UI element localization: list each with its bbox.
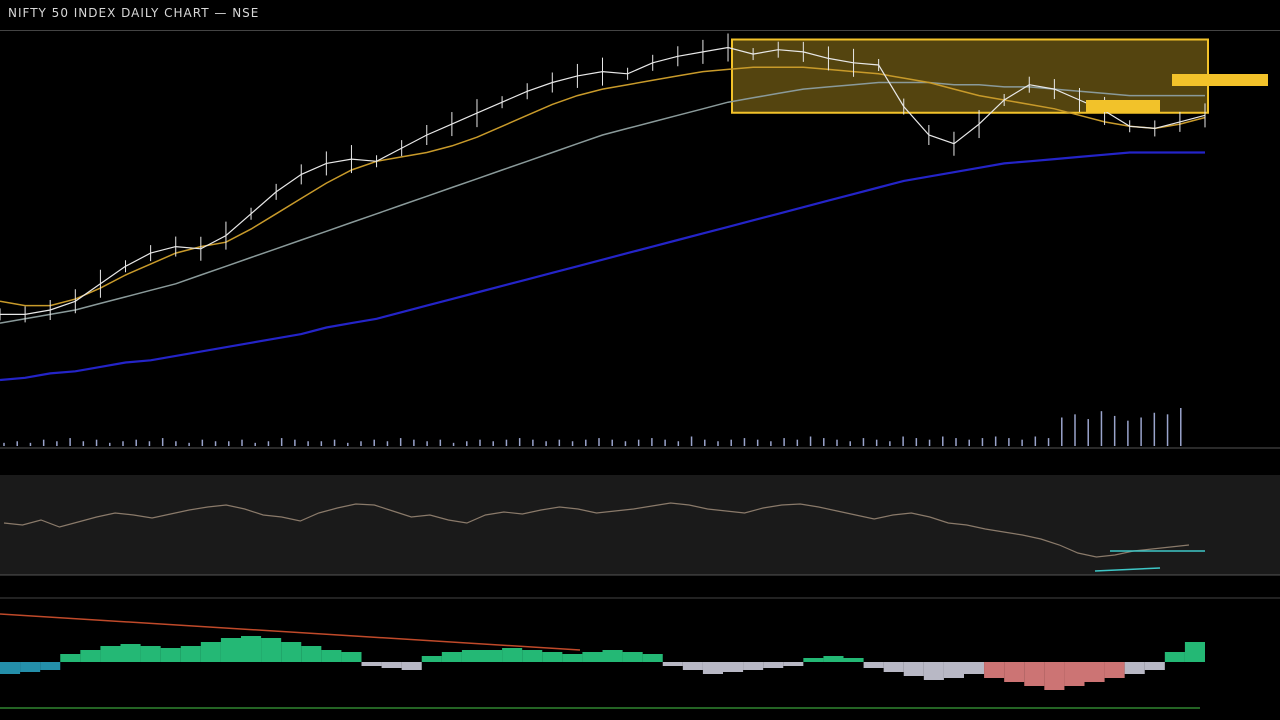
macd-histogram-bar — [903, 662, 924, 676]
macd-histogram-bar — [502, 648, 523, 662]
macd-histogram-bar — [341, 652, 362, 662]
macd-histogram-bar — [1064, 662, 1085, 686]
macd-histogram-bar — [943, 662, 964, 678]
macd-histogram-bar — [702, 662, 723, 674]
macd-histogram-bar — [461, 650, 482, 662]
price-line — [0, 46, 1206, 315]
macd-histogram-bar — [843, 658, 864, 662]
macd-histogram-bar — [723, 662, 744, 672]
macd-histogram-bar — [281, 642, 302, 662]
macd-histogram-bar — [60, 654, 81, 662]
volume-panel — [0, 408, 1280, 449]
macd-histogram-bar — [582, 652, 603, 662]
macd-histogram-bar — [180, 646, 201, 662]
ma-slow-line — [0, 151, 1205, 382]
macd-histogram-bar — [1044, 662, 1065, 690]
chart-canvas — [0, 33, 1280, 709]
macd-histogram-bar — [421, 656, 442, 662]
macd-panel — [0, 597, 1280, 709]
macd-histogram-bar — [1164, 652, 1185, 662]
macd-histogram-bar — [662, 662, 683, 666]
price-label-2 — [1086, 100, 1160, 112]
macd-histogram-bar — [1184, 642, 1205, 662]
macd-histogram-bar — [441, 652, 462, 662]
macd-histogram-bar — [1004, 662, 1025, 682]
rsi-background — [0, 475, 1280, 575]
ma-fast-line — [0, 66, 1206, 307]
macd-histogram-bar — [763, 662, 784, 668]
macd-histogram-bar — [20, 662, 41, 672]
macd-histogram-bar — [1084, 662, 1105, 682]
macd-histogram-bar — [100, 646, 121, 662]
macd-histogram-bar — [1144, 662, 1165, 670]
macd-histogram-bar — [1124, 662, 1145, 674]
macd-histogram-bar — [120, 644, 141, 662]
macd-histogram-bar — [301, 646, 322, 662]
ma-mid-line — [0, 81, 1205, 324]
macd-histogram-bar — [482, 650, 503, 662]
macd-histogram-bar — [160, 648, 181, 662]
macd-histogram-bar — [923, 662, 944, 680]
macd-histogram-bar — [80, 650, 101, 662]
macd-histogram-bar — [622, 652, 643, 662]
macd-histogram-bar — [261, 638, 282, 662]
macd-histogram-bar — [562, 654, 583, 662]
macd-histogram-bar — [542, 652, 563, 662]
macd-histogram-bar — [200, 642, 221, 662]
macd-histogram-bar — [984, 662, 1005, 678]
macd-histogram-bar — [381, 662, 402, 668]
macd-histogram-bar — [743, 662, 764, 670]
macd-histogram-bar — [401, 662, 422, 670]
macd-histogram-bar — [863, 662, 884, 668]
macd-histogram-bar — [40, 662, 61, 670]
rsi-panel — [0, 475, 1280, 576]
macd-histogram-bar — [602, 650, 623, 662]
macd-histogram-bar — [803, 658, 824, 662]
macd-histogram-bar — [241, 636, 262, 662]
macd-histogram-bar — [522, 650, 543, 662]
price-label-1 — [1172, 74, 1268, 86]
price-panel — [0, 33, 1268, 382]
macd-histogram-bar — [1024, 662, 1045, 686]
macd-histogram-bar — [1104, 662, 1125, 678]
macd-histogram-bar — [823, 656, 844, 662]
macd-histogram-bar — [0, 662, 21, 674]
macd-histogram-bar — [321, 650, 342, 662]
macd-histogram-bar — [883, 662, 904, 672]
macd-histogram-bar — [642, 654, 663, 662]
macd-histogram-bar — [964, 662, 985, 674]
macd-histogram-bar — [361, 662, 382, 666]
macd-histogram-bar — [140, 646, 161, 662]
macd-histogram-bar — [783, 662, 804, 666]
macd-histogram-bar — [220, 638, 241, 662]
macd-histogram-bar — [682, 662, 703, 670]
